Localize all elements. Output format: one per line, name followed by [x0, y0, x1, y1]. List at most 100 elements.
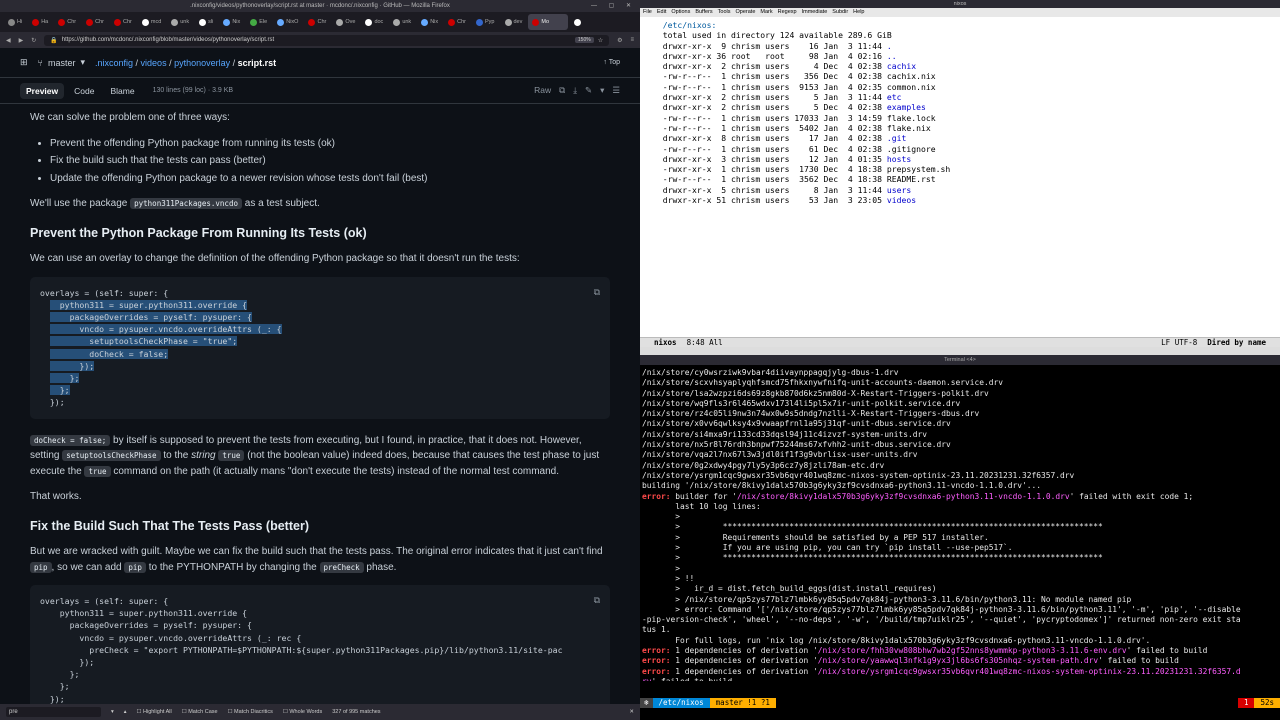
file-name[interactable]: etc — [887, 92, 902, 102]
browser-tab[interactable]: Chr — [110, 14, 136, 30]
close-icon[interactable]: ✕ — [629, 709, 634, 715]
browser-tab[interactable]: Mo — [528, 14, 569, 30]
branch-selector[interactable]: ⑂ master ▾ — [38, 57, 85, 68]
dired-row[interactable]: drwxr-xr-x 2 chrism users 4 Dec 4 02:38 … — [653, 61, 1267, 71]
raw-button[interactable]: Raw — [534, 85, 551, 96]
file-name[interactable]: hosts — [887, 154, 911, 164]
find-next-icon[interactable]: ▾ — [111, 709, 114, 715]
menu-item[interactable]: Buffers — [695, 8, 712, 17]
dired-row[interactable]: -rwxr-xr-x 1 chrism users 1730 Dec 4 18:… — [653, 164, 1267, 174]
url-bar[interactable]: 🔒 https://github.com/mcdonc/.nixconfig/b… — [44, 34, 610, 46]
dired-row[interactable]: drwxr-xr-x 2 chrism users 5 Jan 3 11:44 … — [653, 92, 1267, 102]
browser-tab[interactable]: Hi — [4, 14, 26, 30]
file-name[interactable]: common.nix — [887, 82, 936, 92]
dired-row[interactable]: -rw-r--r-- 1 chrism users 9153 Jan 4 02:… — [653, 82, 1267, 92]
outline-icon[interactable]: ☰ — [612, 85, 620, 96]
file-name[interactable]: .. — [887, 51, 897, 61]
browser-tab[interactable]: Chr — [82, 14, 108, 30]
extensions-icon[interactable]: ⚙ — [617, 37, 622, 44]
window-controls[interactable]: — ▢ ✕ — [591, 0, 636, 12]
browser-tab[interactable]: Chr — [444, 14, 470, 30]
menu-icon[interactable]: ≡ — [630, 37, 634, 43]
file-name[interactable]: prepsystem.sh — [887, 164, 950, 174]
forward-icon[interactable]: ▶ — [19, 37, 24, 44]
copy-icon[interactable]: ⧉ — [594, 595, 600, 607]
dired-row[interactable]: drwxr-xr-x 9 chrism users 16 Jan 3 11:44… — [653, 41, 1267, 51]
browser-tab[interactable]: sli — [195, 14, 217, 30]
dired-row[interactable]: drwxr-xr-x 3 chrism users 12 Jan 4 01:35… — [653, 154, 1267, 164]
browser-tab[interactable]: Ele — [246, 14, 271, 30]
dired-row[interactable]: drwxr-xr-x 8 chrism users 17 Jan 4 02:38… — [653, 133, 1267, 143]
menu-item[interactable]: Help — [853, 8, 864, 17]
crumb-videos[interactable]: videos — [141, 58, 167, 68]
menu-item[interactable]: Regexp — [778, 8, 797, 17]
browser-tab[interactable]: Pyp — [472, 14, 498, 30]
dired-row[interactable]: -rw-r--r-- 1 chrism users 5402 Jan 4 02:… — [653, 123, 1267, 133]
browser-tab[interactable]: doc — [361, 14, 387, 30]
dired-row[interactable]: -rw-r--r-- 1 chrism users 356 Dec 4 02:3… — [653, 71, 1267, 81]
browser-tab[interactable]: NixO — [273, 14, 302, 30]
copy-icon[interactable]: ⧉ — [559, 85, 565, 96]
sidebar-toggle-icon[interactable]: ⊞ — [20, 57, 28, 68]
menu-item[interactable]: Subdir — [832, 8, 848, 17]
menu-item[interactable]: Tools — [718, 8, 731, 17]
browser-tab[interactable]: mcd — [138, 14, 165, 30]
menu-item[interactable]: Immediate — [802, 8, 828, 17]
crumb-repo[interactable]: .nixconfig — [95, 58, 133, 68]
menu-item[interactable]: Operate — [736, 8, 756, 17]
file-name[interactable]: cachix — [887, 61, 916, 71]
file-name[interactable]: .gitignore — [887, 144, 936, 154]
browser-tab[interactable]: dev — [501, 14, 527, 30]
back-icon[interactable]: ◀ — [6, 37, 11, 44]
browser-tab[interactable]: Ove — [332, 14, 359, 30]
browser-tab[interactable]: Chr — [304, 14, 330, 30]
dired-row[interactable]: -rw-r--r-- 1 chrism users 61 Dec 4 02:38… — [653, 144, 1267, 154]
dired-row[interactable]: drwxr-xr-x 36 root root 98 Jan 4 02:16 .… — [653, 51, 1267, 61]
browser-tab[interactable]: Nix — [219, 14, 244, 30]
file-name[interactable]: flake.nix — [887, 123, 931, 133]
copy-icon[interactable]: ⧉ — [594, 287, 600, 299]
bookmark-star-icon[interactable]: ☆ — [598, 37, 603, 44]
menu-item[interactable]: File — [643, 8, 652, 17]
dired-row[interactable]: drwxr-xr-x 5 chrism users 8 Jan 3 11:44 … — [653, 185, 1267, 195]
match-case-checkbox[interactable]: ☐ Match Case — [182, 709, 218, 715]
find-prev-icon[interactable]: ▴ — [124, 709, 127, 715]
menu-item[interactable]: Edit — [657, 8, 666, 17]
dired-row[interactable]: drwxr-xr-x 51 chrism users 53 Jan 3 23:0… — [653, 195, 1267, 205]
tab-preview[interactable]: Preview — [20, 82, 65, 99]
file-name[interactable]: flake.lock — [887, 113, 936, 123]
terminal-output[interactable]: /nix/store/cy0wsrziwk9vbar4diivaynppagqj… — [640, 365, 1280, 681]
dired-buffer[interactable]: /etc/nixos: total used in directory 124 … — [640, 17, 1280, 337]
zoom-level[interactable]: 150% — [574, 37, 594, 43]
browser-tab[interactable]: unk — [167, 14, 193, 30]
chevron-down-icon[interactable]: ▾ — [600, 85, 604, 96]
file-name[interactable]: users — [887, 185, 911, 195]
browser-tab[interactable]: unk — [389, 14, 415, 30]
browser-tab[interactable]: Chr — [54, 14, 80, 30]
file-name[interactable]: . — [887, 41, 892, 51]
dired-row[interactable]: drwxr-xr-x 2 chrism users 5 Dec 4 02:38 … — [653, 102, 1267, 112]
tab-blame[interactable]: Blame — [104, 83, 140, 99]
browser-tab[interactable] — [570, 14, 590, 30]
edit-icon[interactable]: ✎ — [585, 85, 592, 96]
browser-tab[interactable]: Ha — [28, 14, 52, 30]
whole-words-checkbox[interactable]: ☐ Whole Words — [283, 709, 322, 715]
file-name[interactable]: videos — [887, 195, 916, 205]
tab-code[interactable]: Code — [68, 83, 100, 99]
highlight-all-checkbox[interactable]: ☐ Highlight All — [137, 709, 172, 715]
crumb-pythonoverlay[interactable]: pythonoverlay — [174, 58, 230, 68]
browser-tab[interactable]: Nix — [417, 14, 442, 30]
match-diacritics-checkbox[interactable]: ☐ Match Diacritics — [228, 709, 273, 715]
file-name[interactable]: examples — [887, 102, 926, 112]
menu-item[interactable]: Options — [671, 8, 690, 17]
file-name[interactable]: cachix.nix — [887, 71, 936, 81]
download-icon[interactable]: ⤓ — [573, 85, 577, 96]
file-name[interactable]: README.rst — [887, 174, 936, 184]
dired-row[interactable]: -rw-r--r-- 1 chrism users 3562 Dec 4 18:… — [653, 174, 1267, 184]
reload-icon[interactable]: ↻ — [31, 37, 36, 44]
top-link[interactable]: ↑ Top — [603, 59, 620, 66]
find-input[interactable]: pre — [6, 707, 101, 717]
file-name[interactable]: .git — [887, 133, 907, 143]
dired-row[interactable]: -rw-r--r-- 1 chrism users 17033 Jan 3 14… — [653, 113, 1267, 123]
menu-item[interactable]: Mark — [760, 8, 772, 17]
